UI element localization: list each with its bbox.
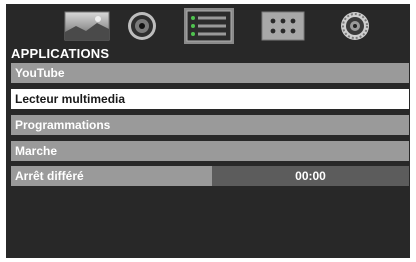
menu-item-youtube[interactable]: YouTube <box>11 63 409 83</box>
menu-item-arret-differe[interactable]: Arrêt différé 00:00 <box>11 166 409 186</box>
section-title: APPLICATIONS <box>11 46 110 61</box>
applications-icon[interactable] <box>184 8 234 44</box>
menu-item-programmations[interactable]: Programmations <box>11 115 409 135</box>
menu-item-lecteur-multimedia[interactable]: Lecteur multimedia <box>11 89 409 109</box>
menu-item-label: Marche <box>15 144 58 158</box>
timer-value: 00:00 <box>212 166 409 186</box>
menu-item-label: Programmations <box>15 118 111 132</box>
menu-item-marche[interactable]: Marche <box>11 141 409 161</box>
menu-screen: APPLICATIONS YouTube Lecteur multimedia … <box>6 4 410 258</box>
speaker-icon[interactable] <box>126 10 158 42</box>
settings-icon[interactable] <box>339 10 371 42</box>
menu-item-label: Lecteur multimedia <box>15 92 126 106</box>
picture-icon[interactable] <box>64 10 110 42</box>
menu-item-label: Arrêt différé <box>15 169 84 183</box>
grid-icon[interactable] <box>261 10 305 42</box>
menu-item-label: YouTube <box>15 66 65 80</box>
